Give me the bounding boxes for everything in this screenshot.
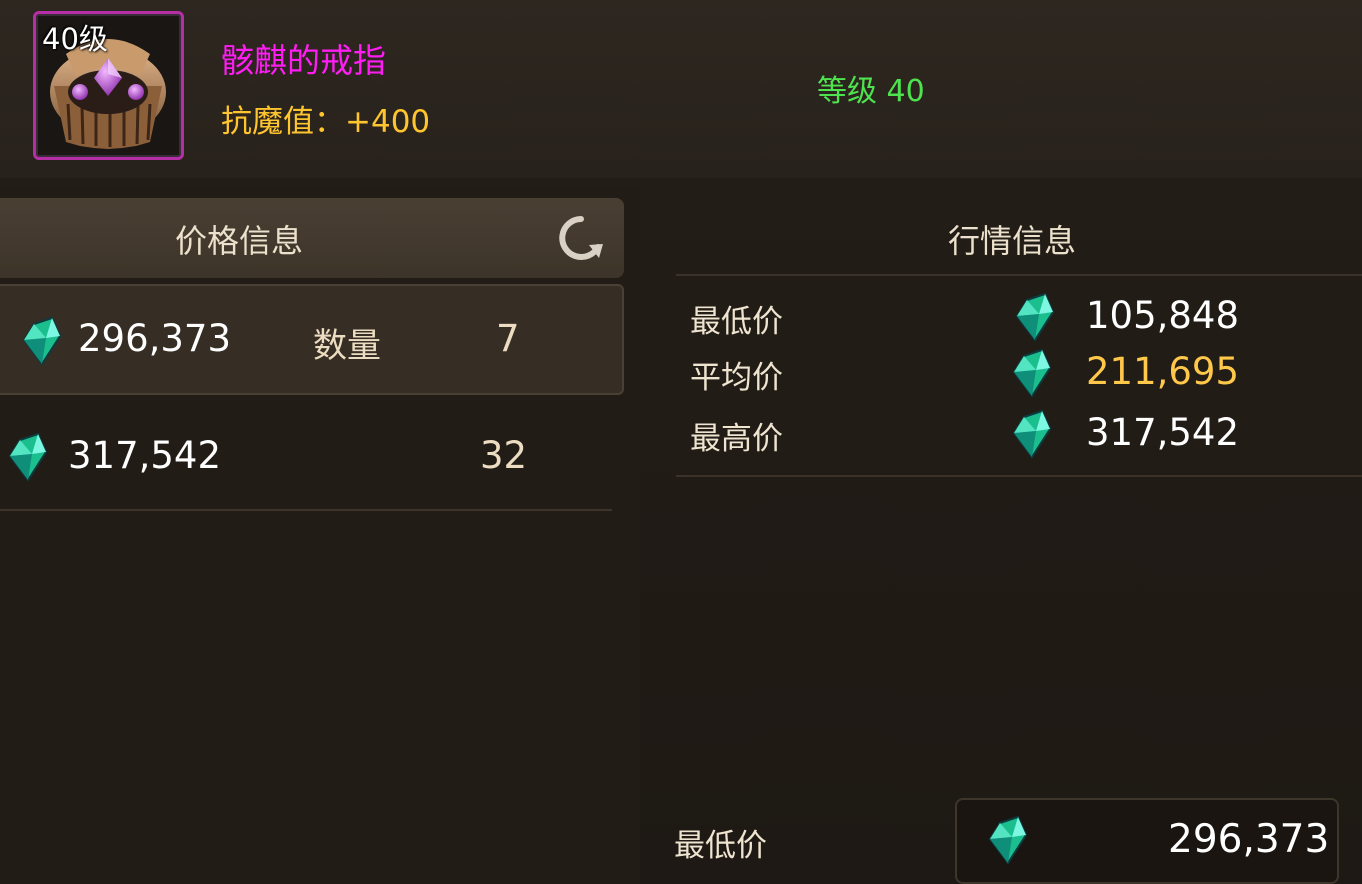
divider	[676, 475, 1362, 477]
avg-price-label: 平均价	[690, 360, 783, 396]
diamond-gem-icon	[8, 432, 48, 482]
quantity-label: 数量	[313, 326, 381, 366]
refresh-icon	[559, 216, 603, 260]
diamond-gem-icon	[22, 316, 62, 366]
market-screen: 40级 骸麒的戒指 抗魔值：+400 等级 40 价格信息 296,373 数量…	[0, 0, 1362, 884]
max-price-value: 317,542	[1086, 411, 1240, 454]
min-price-value: 105,848	[1086, 294, 1240, 337]
item-name: 骸麒的戒指	[221, 41, 386, 80]
footer-min-price-value: 296,373	[1168, 817, 1330, 862]
avg-price-value: 211,695	[1086, 350, 1240, 393]
min-price-label: 最低价	[690, 304, 783, 340]
max-price-label: 最高价	[690, 421, 783, 457]
market-panel-title: 行情信息	[948, 222, 1077, 260]
item-level-requirement: 等级 40	[817, 74, 925, 109]
diamond-gem-icon	[1015, 292, 1055, 342]
divider	[676, 274, 1362, 276]
row-divider	[0, 509, 612, 511]
listing-price: 317,542	[68, 434, 222, 477]
item-stat: 抗魔值：+400	[221, 104, 431, 140]
price-panel-header	[0, 198, 624, 278]
item-level-badge: 40级	[42, 22, 108, 56]
footer-min-price-label: 最低价	[674, 828, 767, 864]
listing-quantity: 32	[480, 434, 528, 477]
listing-quantity: 7	[496, 317, 520, 360]
item-slot[interactable]: 40级	[33, 11, 184, 160]
diamond-gem-icon	[1012, 348, 1052, 398]
price-panel-title: 价格信息	[175, 222, 304, 260]
listing-price: 296,373	[78, 317, 232, 360]
diamond-gem-icon	[1012, 409, 1052, 459]
item-header	[0, 0, 1362, 178]
diamond-gem-icon	[988, 815, 1028, 865]
refresh-button[interactable]	[555, 212, 607, 264]
